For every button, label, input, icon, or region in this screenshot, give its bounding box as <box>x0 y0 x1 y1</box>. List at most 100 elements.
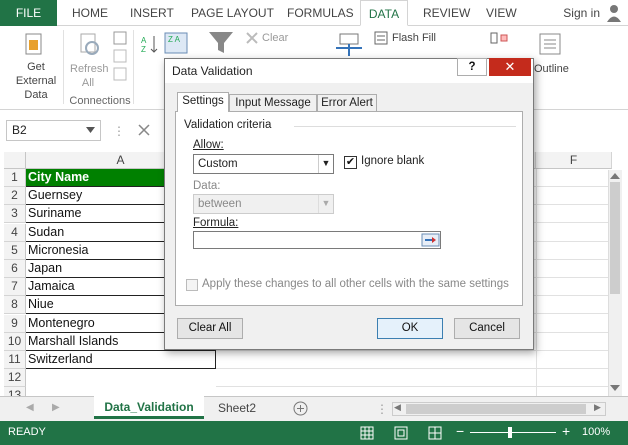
row-header[interactable]: 12 <box>4 369 26 388</box>
row-header[interactable]: 9 <box>4 314 26 333</box>
zoom-level[interactable]: 100% <box>582 426 610 438</box>
table-cell[interactable]: Switzerland <box>26 351 216 369</box>
svg-text:A: A <box>141 36 147 45</box>
allow-select[interactable]: Custom <box>193 154 334 174</box>
row-header[interactable]: 11 <box>4 351 26 369</box>
refresh-icon[interactable] <box>78 32 102 56</box>
connections-icons[interactable] <box>112 30 128 84</box>
ribbon-divider <box>133 30 134 104</box>
row-header[interactable]: 5 <box>4 241 26 260</box>
column-header-f[interactable]: F <box>536 152 612 169</box>
prev-sheet-icon[interactable]: ◀ <box>26 402 34 413</box>
chevron-down-icon[interactable]: ▼ <box>318 155 333 173</box>
ok-button[interactable]: OK <box>377 318 443 339</box>
apply-all-label[interactable]: Apply these changes to all other cells w… <box>202 278 509 290</box>
scroll-right-icon[interactable]: ▶ <box>594 402 601 413</box>
tab-splitter[interactable]: ⋮ <box>376 402 388 416</box>
validation-criteria-heading: Validation criteria <box>184 119 272 131</box>
zoom-slider[interactable] <box>470 432 556 433</box>
tab-settings[interactable]: Settings <box>177 92 229 112</box>
close-button[interactable]: ✕ <box>489 58 531 76</box>
sort-az-icon[interactable]: AZ <box>140 34 160 54</box>
formula-label: Formula: <box>193 217 239 229</box>
sheet-tab-sheet2[interactable]: Sheet2 <box>212 397 262 420</box>
zoom-in-icon[interactable]: + <box>562 423 570 439</box>
sign-in-link[interactable]: Sign in <box>563 0 600 26</box>
gridline <box>536 169 537 396</box>
ribbon-tab-bar: FILE HOME INSERT PAGE LAYOUT FORMULAS DA… <box>0 0 628 26</box>
scroll-up-icon[interactable] <box>610 172 620 180</box>
row-header[interactable]: 4 <box>4 223 26 242</box>
page-layout-view-icon[interactable] <box>394 426 408 440</box>
tab-input-message[interactable]: Input Message <box>229 94 317 112</box>
normal-view-icon[interactable] <box>360 426 374 440</box>
section-divider <box>294 126 516 127</box>
zoom-slider-thumb[interactable] <box>508 427 512 438</box>
tab-review[interactable]: REVIEW <box>423 0 470 26</box>
settings-panel: Validation criteria Allow: Custom ▼ ✔ Ig… <box>175 111 523 306</box>
add-sheet-icon[interactable] <box>293 401 308 416</box>
ignore-blank-label[interactable]: Ignore blank <box>361 155 424 167</box>
sheet-tab-bar: ◀ ▶ Data_Validation Sheet2 ⋮ ◀ ▶ <box>0 396 628 421</box>
flash-fill-button[interactable]: Flash Fill <box>392 31 436 45</box>
flash-fill-icon[interactable] <box>374 31 388 45</box>
close-icon: ✕ <box>504 59 516 74</box>
ribbon-divider <box>63 30 64 104</box>
tab-formulas[interactable]: FORMULAS <box>287 0 354 26</box>
row-header[interactable]: 7 <box>4 278 26 297</box>
range-picker-icon[interactable] <box>421 232 440 248</box>
status-bar: READY − + 100% <box>0 421 628 445</box>
tab-home[interactable]: HOME <box>72 0 108 26</box>
tab-data[interactable]: DATA <box>360 0 408 26</box>
select-all-corner[interactable] <box>4 152 26 169</box>
tab-page-layout[interactable]: PAGE LAYOUT <box>191 0 274 26</box>
tab-view[interactable]: VIEW <box>486 0 517 26</box>
connections-group-label: Connections <box>69 95 131 107</box>
outline-icon[interactable] <box>538 32 562 56</box>
next-sheet-icon[interactable]: ▶ <box>52 402 60 413</box>
user-icon[interactable] <box>606 4 622 22</box>
allow-label: Allow: <box>193 139 224 151</box>
data-label: Data: <box>193 180 221 192</box>
clear-button[interactable]: Clear <box>262 31 288 45</box>
data-select[interactable]: between <box>193 194 334 214</box>
status-mode: READY <box>8 426 46 438</box>
text-to-columns-icon[interactable] <box>334 32 364 58</box>
cancel-icon[interactable] <box>138 124 150 136</box>
database-icon[interactable] <box>24 32 44 56</box>
page-break-view-icon[interactable] <box>428 426 442 440</box>
clear-icon[interactable] <box>246 32 258 44</box>
apply-all-checkbox[interactable] <box>186 279 198 291</box>
row-header[interactable]: 10 <box>4 332 26 351</box>
chevron-down-icon[interactable]: ▼ <box>318 195 333 213</box>
outline-button[interactable]: Outline <box>534 62 569 76</box>
consolidate-icon[interactable] <box>490 31 508 45</box>
row-header[interactable]: 6 <box>4 260 26 278</box>
data-validation-dialog: Data Validation ? ✕ Settings Input Messa… <box>164 58 534 350</box>
cancel-button[interactable]: Cancel <box>454 318 520 339</box>
vertical-scroll-thumb[interactable] <box>610 182 620 294</box>
zoom-out-icon[interactable]: − <box>456 423 464 439</box>
clear-all-button[interactable]: Clear All <box>177 318 243 339</box>
ignore-blank-checkbox[interactable]: ✔ <box>344 156 357 169</box>
row-header[interactable]: 3 <box>4 205 26 224</box>
refresh-all-button[interactable]: Refresh All <box>70 62 109 90</box>
scroll-down-icon[interactable] <box>610 384 620 392</box>
tab-file[interactable]: FILE <box>0 0 57 26</box>
sheet-tab-data-validation[interactable]: Data_Validation <box>94 396 204 419</box>
chevron-down-icon[interactable] <box>86 127 95 133</box>
formula-input[interactable] <box>193 231 441 249</box>
sort-icon[interactable]: Z A <box>164 32 188 54</box>
filter-icon[interactable] <box>208 30 234 54</box>
tab-insert[interactable]: INSERT <box>130 0 174 26</box>
row-header[interactable]: 8 <box>4 296 26 315</box>
row-header[interactable]: 1 <box>4 169 26 187</box>
get-external-data-button[interactable]: Get External Data <box>6 60 66 102</box>
tab-error-alert[interactable]: Error Alert <box>317 94 377 112</box>
help-button[interactable]: ? <box>457 58 487 76</box>
svg-text:Z: Z <box>141 45 146 54</box>
scroll-left-icon[interactable]: ◀ <box>394 402 401 413</box>
row-header[interactable]: 2 <box>4 187 26 206</box>
formula-bar-grip: ⋮ <box>113 124 125 138</box>
horizontal-scroll-thumb[interactable] <box>406 404 586 414</box>
